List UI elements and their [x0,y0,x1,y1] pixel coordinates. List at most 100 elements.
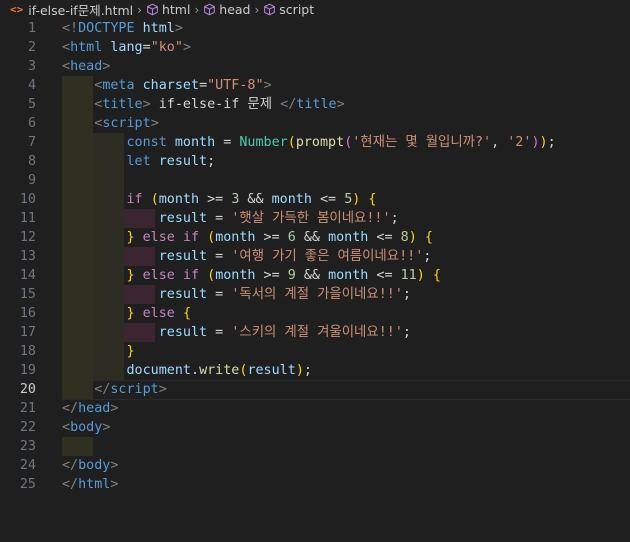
html-file-icon: <> [10,3,24,16]
breadcrumb-item-script[interactable]: script [263,2,314,17]
line-text: <meta charset="UTF-8"> [62,76,272,95]
code-token: month [174,135,216,150]
code-token: <= [311,192,345,207]
code-token: head [78,401,111,416]
code-line[interactable]: 23 [0,437,630,456]
breadcrumb-file[interactable]: <> if-else-if문제.html [0,0,133,19]
code-token: > [263,78,272,93]
code-line[interactable]: 6 <script> [0,114,630,133]
breadcrumb-item-label: script [279,2,315,17]
code-line[interactable]: 21 </head> [0,399,630,418]
line-number: 4 [27,78,36,93]
code-token: > [142,97,151,112]
code-token: ) [531,135,540,150]
code-line[interactable]: 13 result = '여행 가기 좋은 여름이네요!!'; [0,247,630,266]
code-token: '여행 가기 좋은 여름이네요!!' [231,249,424,264]
code-editor[interactable]: <> if-else-if문제.html › html › head › scr… [0,0,630,542]
line-number: 1 [27,21,36,36]
code-line[interactable]: 12 } else if (month >= 6 && month <= 8) … [0,228,630,247]
code-line[interactable]: 16 } else { [0,304,630,323]
code-token: = [207,249,232,264]
line-number: 2 [27,40,36,55]
code-token: } [126,344,135,359]
code-token: else [142,268,175,283]
code-token: title [102,97,143,112]
code-line[interactable]: 19 document.write(result); [0,361,630,380]
code-token: < [62,420,71,435]
code-line[interactable]: 24 </body> [0,456,630,475]
code-token: > [336,97,345,112]
code-line[interactable]: 22 <body> [0,418,630,437]
code-token: { [432,268,441,283]
code-token: < [62,59,71,74]
breadcrumb-item-html[interactable]: html [146,2,190,17]
code-token: > [158,382,167,397]
code-line[interactable]: 14 } else if (month >= 9 && month <= 11)… [0,266,630,285]
line-number: 17 [19,325,36,340]
breadcrumb-item-label: head [219,2,251,17]
code-line[interactable]: 4 <meta charset="UTF-8"> [0,76,630,95]
code-line[interactable]: 5 <title> if-else-if 문제 </title> [0,95,630,114]
code-token: result [158,287,208,302]
code-token: else [142,306,175,321]
code-line[interactable]: 1 <!DOCTYPE html> [0,19,630,38]
code-token: <! [62,21,79,36]
code-token: ; [402,287,411,302]
line-text: let result; [62,152,216,171]
line-number: 15 [19,287,36,302]
code-line[interactable]: 11 result = '햇살 가득한 봄이네요!!'; [0,209,630,228]
line-text: if (month >= 3 && month <= 5) { [62,190,377,209]
code-line[interactable]: 18 } [0,342,630,361]
code-token: '독서의 계절 가을이네요!!' [231,287,403,302]
line-text: result = '스키의 계절 겨울이네요!!'; [62,323,411,342]
code-token: </ [62,458,79,473]
code-token: 11 [400,268,417,283]
code-line[interactable]: 9 [0,171,630,190]
code-line[interactable]: 2 <html lang="ko"> [0,38,630,57]
code-token: DOCTYPE [78,21,135,36]
code-line[interactable]: 20 </script> [0,380,630,400]
code-token: "UTF-8" [207,78,264,93]
code-token: month [158,192,200,207]
code-token: ; [390,211,399,226]
breadcrumb-item-head[interactable]: head [203,2,250,17]
code-token: month [271,192,312,207]
code-token: ( [287,135,296,150]
code-token: month [215,230,256,245]
line-number: 11 [19,211,36,226]
code-line[interactable]: 8 let result; [0,152,630,171]
code-line[interactable]: 15 result = '독서의 계절 가을이네요!!'; [0,285,630,304]
code-line[interactable]: 3 <head> [0,57,630,76]
line-text: <title> if-else-if 문제 </title> [62,95,345,114]
code-line[interactable]: 7 const month = Number(prompt('현재는 몇 월입니… [0,133,630,152]
line-text: </script> [62,380,167,399]
code-token: prompt [295,135,345,150]
line-text: } [62,342,135,361]
code-line[interactable]: 17 result = '스키의 계절 겨울이네요!!'; [0,323,630,342]
line-text: <html lang="ko"> [62,38,191,57]
code-token: if [182,230,200,245]
code-token: > [110,401,119,416]
code-token: ; [547,135,556,150]
code-area[interactable]: 1 <!DOCTYPE html> 2 <html lang="ko"> 3 <head>… [0,19,630,494]
indent-guide [62,171,93,190]
line-text: result = '독서의 계절 가을이네요!!'; [62,285,411,304]
line-text: } else { [62,304,192,323]
code-line[interactable]: 25 </html> [0,475,630,494]
code-token: && [295,268,329,283]
code-token: = [215,135,240,150]
code-token: body [78,458,111,473]
code-token: = [142,40,151,55]
code-token: '스키의 계절 겨울이네요!!' [231,325,403,340]
code-line[interactable]: 10 if (month >= 3 && month <= 5) { [0,190,630,209]
code-token: result [158,249,208,264]
